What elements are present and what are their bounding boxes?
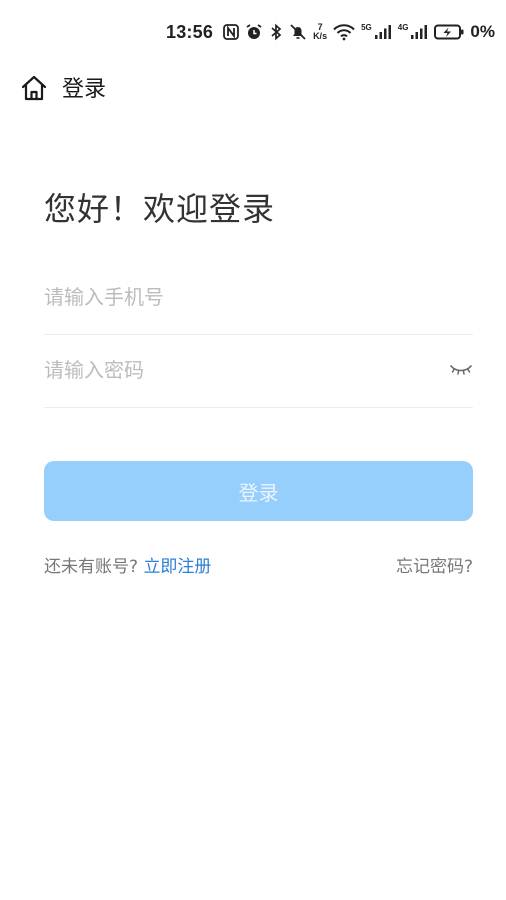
greeting-heading: 您好！欢迎登录 [44, 190, 276, 228]
mute-icon [289, 23, 307, 41]
password-visibility-toggle[interactable] [449, 359, 473, 383]
alarm-icon [245, 23, 263, 41]
signal-5g: 5G [361, 24, 392, 40]
login-button[interactable]: 登录 [44, 461, 473, 521]
phone-input[interactable] [44, 262, 424, 332]
home-icon [20, 74, 48, 106]
signal-bars-icon [374, 25, 391, 39]
password-input[interactable] [44, 335, 424, 405]
password-field [44, 335, 473, 408]
net-speed: 7 K/s [313, 23, 327, 41]
battery-charging-icon [434, 24, 464, 40]
account-links: 还未有账号? 立即注册 忘记密码? [44, 553, 473, 581]
forgot-password-link[interactable]: 忘记密码? [396, 553, 473, 581]
net-speed-unit: K/s [313, 31, 328, 41]
battery-percent: 0% [470, 22, 495, 41]
wifi-icon [333, 23, 355, 41]
status-time: 13:56 [166, 21, 214, 42]
status-bar: 13:56 7 K/s 5G 4G 0% [0, 0, 506, 62]
page-header: 登录 [0, 70, 506, 110]
status-bar-right: 13:56 7 K/s 5G 4G 0% [166, 18, 495, 46]
signal-bars-icon [411, 25, 428, 39]
phone-field [44, 262, 473, 335]
home-button[interactable] [18, 74, 50, 106]
sim1-label: 5G [361, 23, 372, 32]
nfc-icon [223, 24, 239, 40]
bluetooth-icon [269, 23, 283, 41]
page-title: 登录 [62, 77, 107, 102]
signal-4g: 4G [398, 24, 429, 40]
eye-closed-icon [450, 362, 472, 381]
sim2-label: 4G [397, 23, 409, 32]
register-link[interactable]: 立即注册 [143, 557, 211, 577]
no-account-text: 还未有账号? [44, 557, 139, 577]
